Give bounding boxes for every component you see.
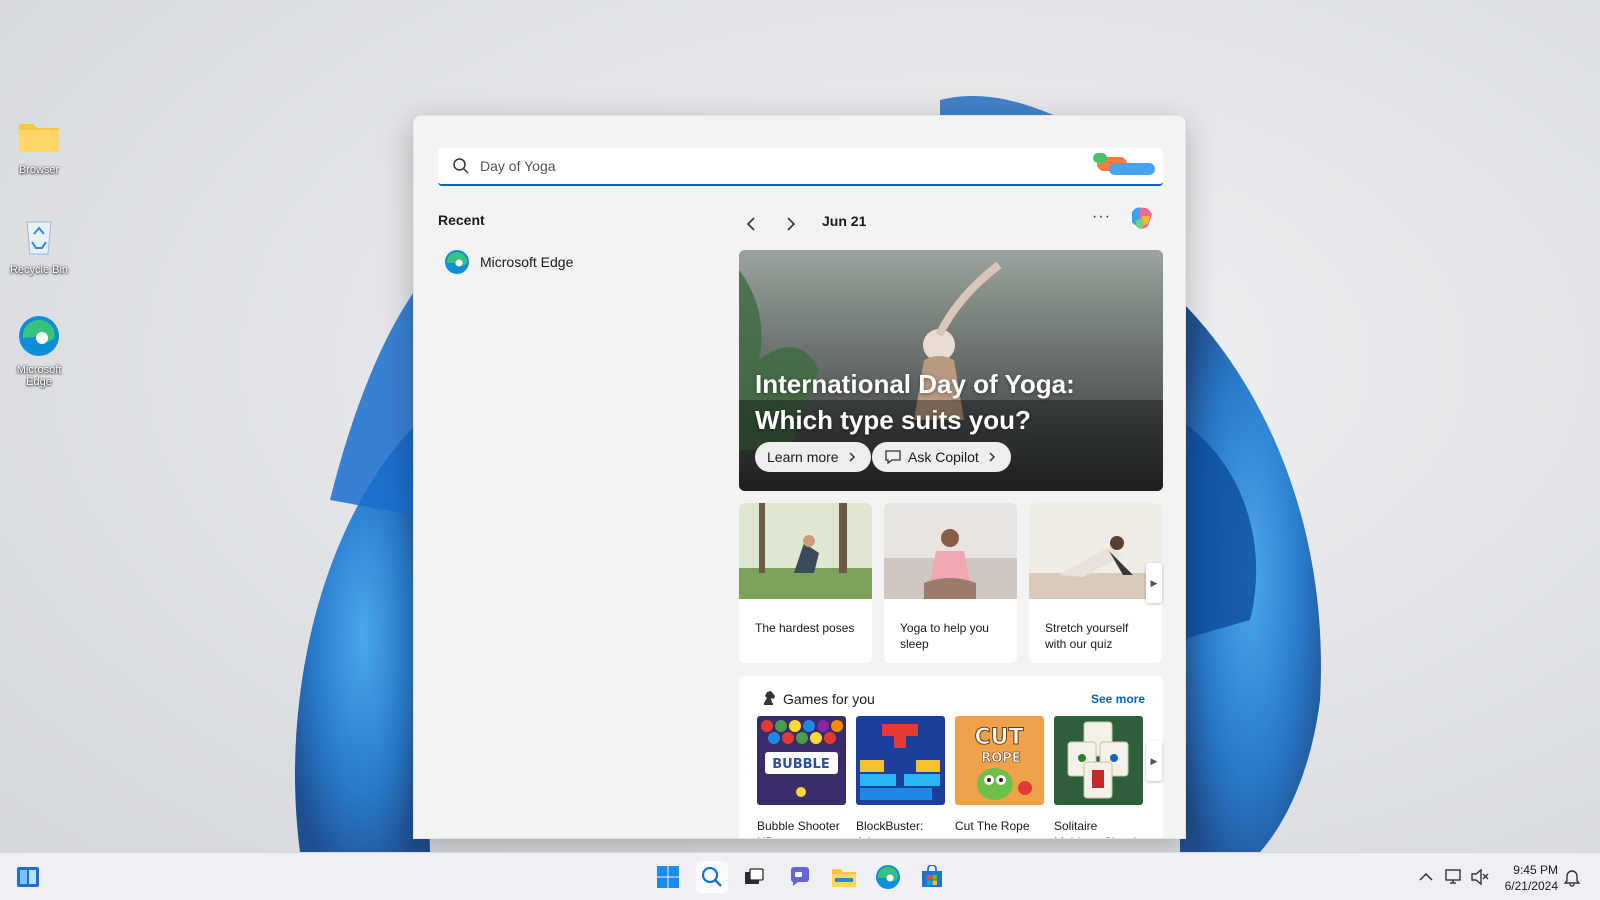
- desktop-icon-browser[interactable]: Browser: [4, 112, 74, 176]
- game-tile[interactable]: Solitaire Mahjong Classic: [1054, 716, 1143, 838]
- clock[interactable]: 9:45 PM 6/21/2024: [1505, 862, 1558, 894]
- game-name: Cut The Rope: [955, 819, 1030, 833]
- teams-chat-button[interactable]: [784, 861, 816, 893]
- game-tile[interactable]: BlockBuster: Adventures ...: [856, 716, 945, 838]
- next-button[interactable]: [779, 212, 803, 236]
- learn-more-label: Learn more: [767, 449, 839, 465]
- recent-item-label: Microsoft Edge: [480, 254, 574, 270]
- content-card[interactable]: Stretch yourself with our quiz: [1029, 503, 1162, 663]
- widgets-icon: [17, 867, 39, 887]
- card-image-yoga-sleep: [884, 503, 1017, 599]
- card-caption: Yoga to help you sleep: [900, 621, 989, 651]
- speaker-muted-icon: [1471, 868, 1489, 886]
- bubble-shooter-image: BUBBLE: [757, 716, 846, 805]
- microsoft-store-button[interactable]: [916, 861, 948, 893]
- card-caption: Stretch yourself with our quiz: [1045, 621, 1129, 651]
- show-hidden-icons-button[interactable]: [1416, 867, 1436, 887]
- task-view-button[interactable]: [738, 861, 770, 893]
- more-options-button[interactable]: ···: [1092, 208, 1111, 226]
- folder-icon: [19, 124, 59, 152]
- mahjong-image: [1054, 716, 1143, 805]
- card-caption: The hardest poses: [755, 621, 855, 635]
- game-tile[interactable]: CUT ROPE Cut The Rope: [955, 716, 1044, 834]
- file-explorer-button[interactable]: [828, 861, 860, 893]
- task-view-icon: [745, 868, 764, 884]
- edge-icon: [876, 865, 900, 889]
- game-name: Solitaire Mahjong Classic: [1054, 819, 1142, 838]
- store-icon: [922, 865, 942, 887]
- hero-title: International Day of Yoga: Which type su…: [755, 369, 1075, 435]
- svg-text:ROPE: ROPE: [981, 751, 1020, 766]
- games-section: Games for you See more BUBBLE Bubble Sho…: [739, 676, 1163, 838]
- volume-button[interactable]: [1470, 867, 1490, 887]
- content-card[interactable]: The hardest poses: [739, 503, 872, 663]
- content-card[interactable]: Yoga to help you sleep: [884, 503, 1017, 663]
- clock-date: 6/21/2024: [1504, 879, 1558, 893]
- see-more-link[interactable]: See more: [1091, 692, 1145, 706]
- chess-knight-icon: [764, 691, 775, 705]
- recycle-bin-icon: [26, 221, 52, 255]
- widgets-button[interactable]: [12, 861, 44, 893]
- chevron-right-icon: [989, 452, 995, 462]
- desktop-icon-label: Recycle Bin: [9, 264, 69, 276]
- chat-icon: [790, 867, 809, 886]
- edge-icon: [19, 316, 59, 356]
- notifications-button[interactable]: [1562, 867, 1582, 887]
- chevron-right-icon: ▶: [1150, 577, 1158, 588]
- start-button[interactable]: [652, 861, 684, 893]
- search-taskbar-button[interactable]: [696, 861, 728, 893]
- highlight-date: Jun 21: [822, 213, 867, 229]
- copilot-icon[interactable]: [1126, 202, 1158, 234]
- search-panel: Recent Microsoft Edge Jun 21 ···: [413, 115, 1186, 839]
- clock-time: 9:45 PM: [1513, 863, 1558, 877]
- svg-text:CUT: CUT: [974, 725, 1023, 750]
- search-box[interactable]: [438, 148, 1163, 186]
- svg-text:BUBBLE: BUBBLE: [772, 757, 829, 772]
- game-name: BlockBuster: Adventures ...: [856, 819, 930, 838]
- game-tile[interactable]: BUBBLE Bubble Shooter HD: [757, 716, 846, 838]
- chevron-right-icon: [849, 452, 855, 462]
- desktop-icon-label: Microsoft Edge: [16, 364, 62, 388]
- games-heading: Games for you: [783, 691, 875, 707]
- blockbuster-image: [856, 716, 945, 805]
- yoga-mat-highlight-icon: [1093, 153, 1155, 175]
- cards-scroll-right-button[interactable]: ▶: [1146, 563, 1162, 603]
- recent-heading: Recent: [438, 212, 485, 228]
- search-icon: [701, 866, 722, 887]
- ask-copilot-button[interactable]: Ask Copilot: [872, 442, 1011, 472]
- cut-the-rope-image: CUT ROPE: [955, 716, 1044, 805]
- previous-button[interactable]: [739, 212, 763, 236]
- bell-icon: [1563, 870, 1581, 887]
- ask-copilot-label: Ask Copilot: [908, 449, 979, 465]
- search-icon: [453, 158, 469, 174]
- desktop-icon-edge[interactable]: Microsoft Edge: [4, 312, 74, 388]
- folder-icon: [832, 869, 856, 887]
- search-input[interactable]: [480, 158, 1087, 174]
- chevron-up-icon: [1419, 872, 1433, 881]
- chevron-left-icon: [746, 217, 755, 231]
- chevron-right-icon: ▶: [1150, 755, 1158, 766]
- windows-logo-icon: [657, 866, 679, 888]
- hero-card[interactable]: International Day of Yoga: Which type su…: [739, 250, 1163, 491]
- game-name: Bubble Shooter HD: [757, 819, 840, 838]
- card-image-hardest-poses: [739, 503, 872, 599]
- card-image-stretch-quiz: [1029, 503, 1162, 599]
- taskbar: 9:45 PM 6/21/2024: [0, 852, 1600, 900]
- edge-taskbar-button[interactable]: [872, 861, 904, 893]
- network-button[interactable]: [1444, 867, 1464, 887]
- recent-item-edge[interactable]: Microsoft Edge: [444, 246, 694, 278]
- desktop-icon-label: Browser: [18, 164, 60, 176]
- learn-more-button[interactable]: Learn more: [755, 442, 871, 472]
- network-icon: [1445, 869, 1461, 884]
- edge-icon: [445, 250, 469, 274]
- chat-bubble-icon: [885, 450, 901, 465]
- chevron-right-icon: [787, 217, 796, 231]
- games-scroll-right-button[interactable]: ▶: [1146, 741, 1162, 781]
- desktop-icon-recycle-bin[interactable]: Recycle Bin: [4, 212, 74, 276]
